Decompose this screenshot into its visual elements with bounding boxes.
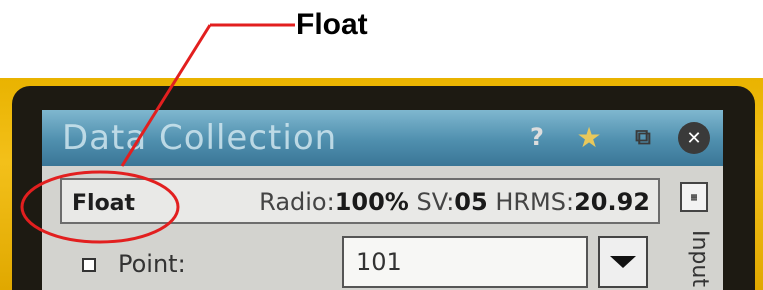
favorite-icon[interactable]: ★ [572,120,606,154]
input-tab[interactable]: Input [678,230,712,290]
point-dropdown-button[interactable] [598,236,648,288]
point-input[interactable]: 101 [342,236,588,288]
status-bar[interactable]: Float Radio:100% SV:05 HRMS:20.92 [60,178,660,224]
window-title: Data Collection [62,118,338,158]
title-bar: Data Collection ? ★ ⧉ ✕ [42,110,723,166]
point-label: Point: [118,250,186,278]
callout-label: Float [296,8,368,41]
sv-label: SV: [416,188,455,216]
radio-value: 100% [334,188,409,216]
chevron-down-icon [610,256,636,268]
copy-icon[interactable]: ⧉ [626,120,660,154]
status-info: Radio:100% SV:05 HRMS:20.92 [259,188,650,216]
hrms-label: HRMS: [495,188,575,216]
status-mode: Float [72,191,136,216]
sv-value: 05 [454,188,488,216]
layout-icon[interactable]: ▦ [680,182,708,212]
close-icon[interactable]: ✕ [678,122,710,154]
point-bullet-icon [82,258,96,272]
help-icon[interactable]: ? [520,120,554,154]
radio-label: Radio: [259,188,335,216]
device-screen: Data Collection ? ★ ⧉ ✕ Float Radio:100%… [42,110,723,290]
hrms-value: 20.92 [574,188,650,216]
